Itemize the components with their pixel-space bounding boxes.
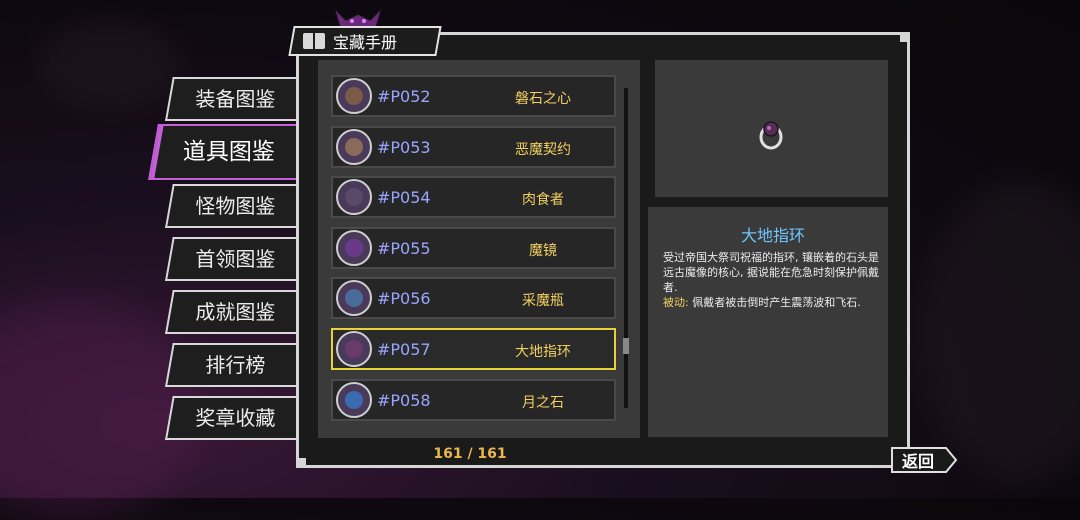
panel-title-tab: 宝藏手册 bbox=[288, 26, 442, 56]
tab-medals[interactable]: 奖章收藏 bbox=[165, 396, 304, 440]
demon-contract-icon bbox=[336, 129, 372, 165]
tab-equipment[interactable]: 装备图鉴 bbox=[165, 77, 304, 121]
tab-monsters[interactable]: 怪物图鉴 bbox=[165, 184, 304, 228]
background-tree bbox=[920, 180, 1080, 480]
item-description: 受过帝国大祭司祝福的指环, 镶嵌着的石头是远古魔像的核心, 据说能在危急时刻保护… bbox=[663, 251, 879, 309]
list-item-selected[interactable]: #P057 大地指环 bbox=[331, 328, 616, 370]
earth-ring-icon bbox=[336, 331, 372, 367]
list-item[interactable]: #P055 魔镜 bbox=[331, 227, 616, 269]
carnivore-icon bbox=[336, 179, 372, 215]
background-shadow bbox=[40, 20, 180, 110]
magic-bottle-icon bbox=[336, 280, 372, 316]
rock-heart-icon bbox=[336, 78, 372, 114]
list-item[interactable]: #P052 磐石之心 bbox=[331, 75, 616, 117]
tab-bosses[interactable]: 首领图鉴 bbox=[165, 237, 304, 281]
item-title: 大地指环 bbox=[740, 226, 805, 245]
list-item[interactable]: #P058 月之石 bbox=[331, 379, 616, 421]
item-count: 161 / 161 bbox=[433, 446, 507, 462]
scrollbar-thumb[interactable] bbox=[623, 338, 629, 354]
list-item[interactable]: #P056 采魔瓶 bbox=[331, 277, 616, 319]
panel-corner bbox=[296, 458, 306, 468]
list-item[interactable]: #P053 恶魔契约 bbox=[331, 126, 616, 168]
back-button[interactable]: 返回 bbox=[888, 444, 958, 476]
moon-stone-icon bbox=[336, 382, 372, 418]
panel-corner bbox=[900, 32, 910, 42]
magic-mirror-icon bbox=[336, 230, 372, 266]
tab-achievements[interactable]: 成就图鉴 bbox=[165, 290, 304, 334]
book-icon bbox=[303, 33, 325, 49]
earth-ring-icon bbox=[759, 121, 783, 150]
tab-leaderboard[interactable]: 排行榜 bbox=[165, 343, 304, 387]
tab-items[interactable]: 道具图鉴 bbox=[148, 124, 308, 180]
list-item[interactable]: #P054 肉食者 bbox=[331, 176, 616, 218]
panel-title: 宝藏手册 bbox=[333, 33, 398, 52]
list-scrollbar[interactable] bbox=[624, 88, 628, 408]
